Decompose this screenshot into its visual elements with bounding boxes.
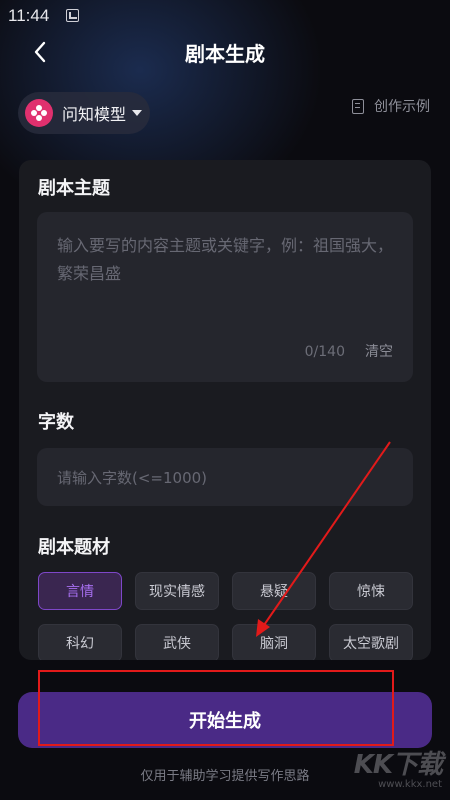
topic-label: 剧本主题 <box>38 178 110 199</box>
genre-chip-brainstorm[interactable]: 脑洞 <box>232 624 316 660</box>
genre-chip-scifi[interactable]: 科幻 <box>38 624 122 660</box>
genre-chip-wuxia[interactable]: 武侠 <box>135 624 219 660</box>
genre-chip-mystery[interactable]: 悬疑 <box>232 572 316 610</box>
word-count-input[interactable]: 请输入字数(<=1000) <box>37 448 413 506</box>
watermark: KK下载 www.kkx.net <box>353 744 443 790</box>
character-count: 0/140 <box>304 344 345 360</box>
word-count-label: 字数 <box>38 412 74 433</box>
form-card: 剧本主题 输入要写的内容主题或关键字，例：祖国强大，繁荣昌盛 0/140 清空 … <box>19 160 431 660</box>
examples-link-label: 创作示例 <box>374 99 430 115</box>
caret-down-icon <box>132 110 143 116</box>
genre-chip-thriller[interactable]: 惊悚 <box>329 572 413 610</box>
examples-link[interactable]: 创作示例 <box>352 96 430 116</box>
status-bar: 11:44 <box>0 0 450 32</box>
model-selector[interactable]: 问知模型 <box>18 92 150 134</box>
word-count-placeholder: 请输入字数(<=1000) <box>57 468 208 487</box>
genre-chip-space-opera[interactable]: 太空歌剧 <box>329 624 413 660</box>
document-icon <box>352 98 364 114</box>
topic-textarea[interactable]: 输入要写的内容主题或关键字，例：祖国强大，繁荣昌盛 0/140 清空 <box>37 212 413 382</box>
notification-icon <box>66 9 79 22</box>
page-title: 剧本生成 <box>185 42 265 66</box>
status-time: 11:44 <box>8 6 50 25</box>
start-generate-button[interactable]: 开始生成 <box>18 692 432 748</box>
genre-chip-realistic-emotion[interactable]: 现实情感 <box>135 572 219 610</box>
clear-button[interactable]: 清空 <box>365 341 393 361</box>
watermark-logo: KK下载 <box>353 750 443 780</box>
genre-chip-romance[interactable]: 言情 <box>38 572 122 610</box>
model-logo-icon <box>25 99 53 127</box>
topic-placeholder: 输入要写的内容主题或关键字，例：祖国强大，繁荣昌盛 <box>57 236 394 283</box>
model-selector-label: 问知模型 <box>62 105 127 124</box>
genre-label: 剧本题材 <box>38 537 110 558</box>
